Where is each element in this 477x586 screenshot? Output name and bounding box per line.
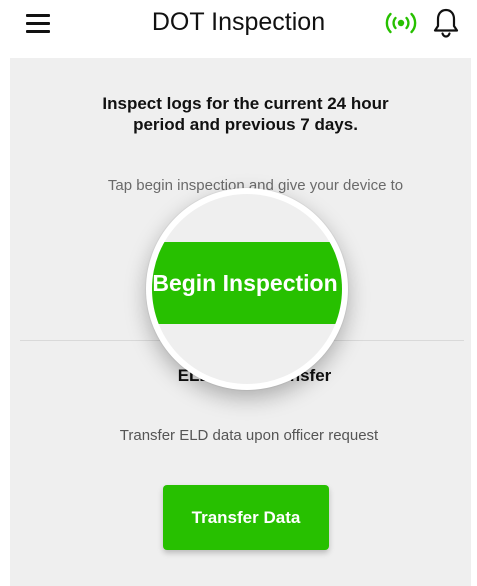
eld-transfer-description: Transfer ELD data upon officer request (119, 427, 379, 444)
bell-icon[interactable] (431, 7, 461, 39)
magnifier-inner: Begin Inspection (152, 194, 342, 384)
inspection-heading-line1: Inspect logs for the current 24 hour (102, 94, 389, 113)
signal-broadcast-icon[interactable] (383, 10, 419, 36)
begin-inspection-button[interactable]: Begin Inspection (152, 242, 342, 324)
inspection-heading: Inspect logs for the current 24 hour per… (10, 93, 477, 135)
transfer-data-button[interactable]: Transfer Data (163, 485, 329, 550)
inspection-heading-line2: period and previous 7 days. (133, 115, 358, 134)
magnifier-lens: Begin Inspection (146, 188, 348, 390)
top-app-bar: DOT Inspection (0, 0, 477, 56)
